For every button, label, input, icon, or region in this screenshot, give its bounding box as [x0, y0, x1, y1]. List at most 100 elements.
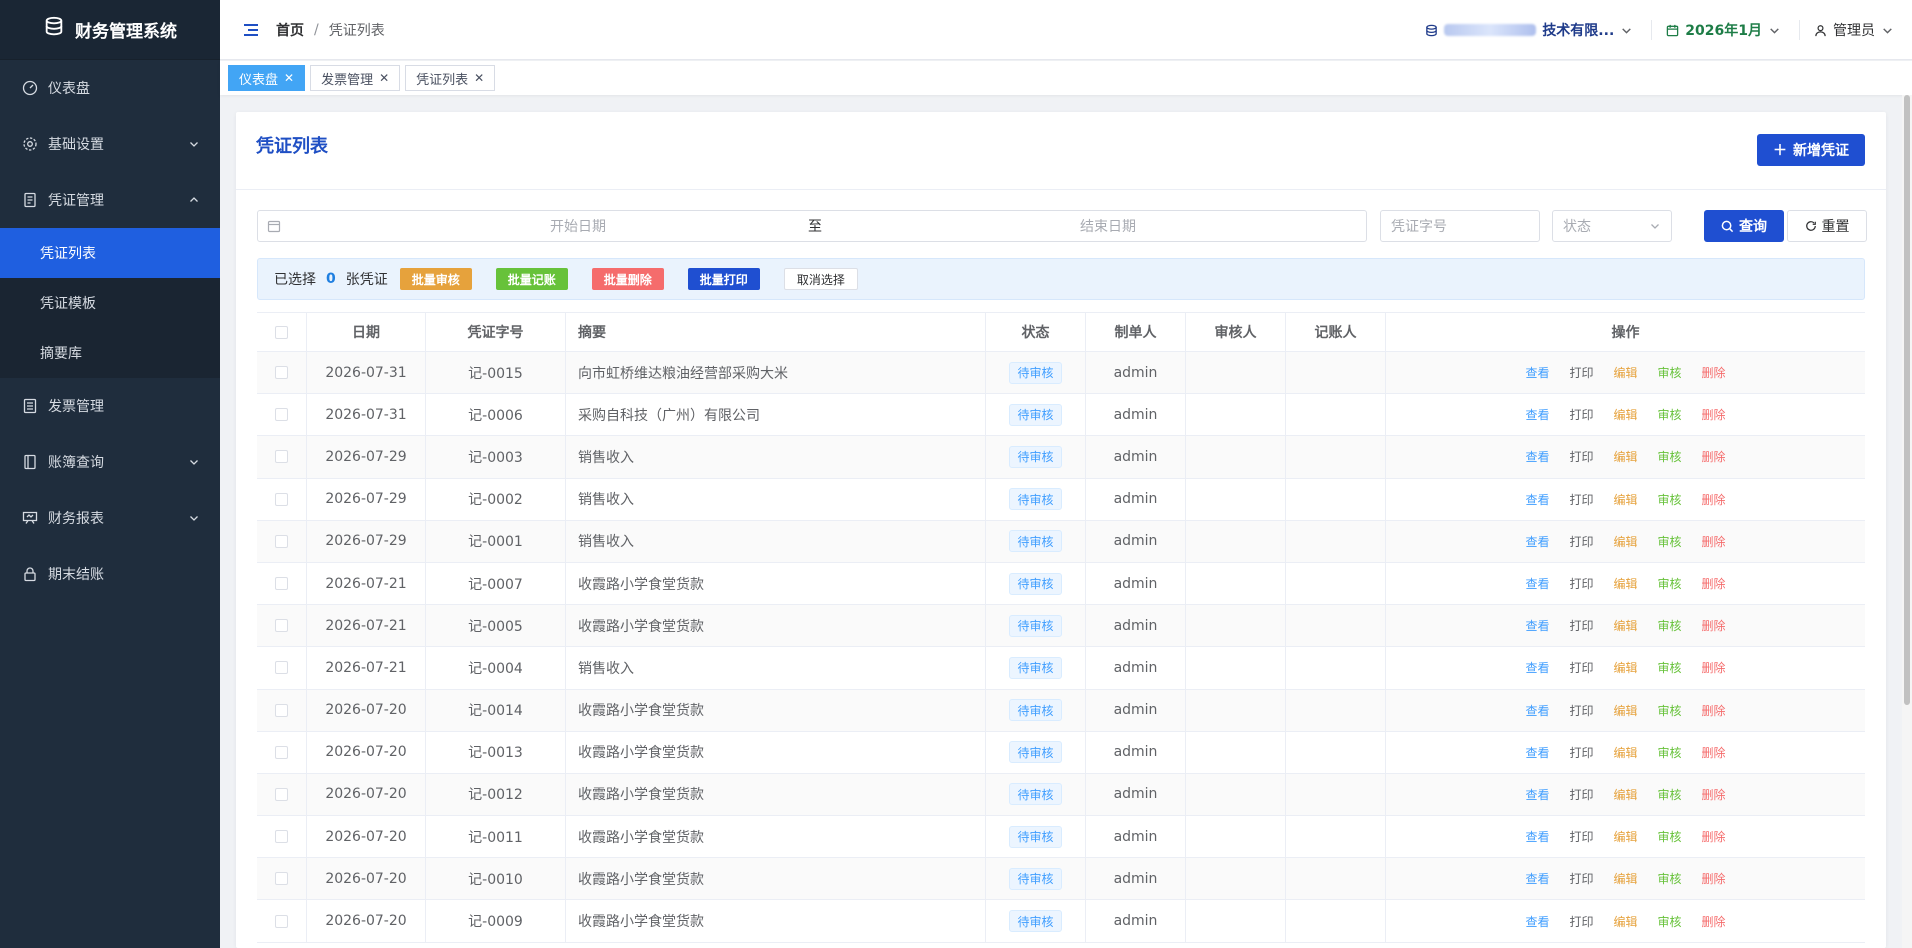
view-link[interactable]: 查看 [1525, 828, 1549, 845]
view-link[interactable]: 查看 [1525, 406, 1549, 423]
delete-link[interactable]: 删除 [1702, 702, 1726, 719]
delete-link[interactable]: 删除 [1702, 913, 1726, 930]
print-link[interactable]: 打印 [1569, 406, 1593, 423]
audit-link[interactable]: 审核 [1658, 828, 1682, 845]
edit-link[interactable]: 编辑 [1613, 406, 1637, 423]
close-icon[interactable]: ✕ [379, 71, 389, 85]
delete-link[interactable]: 删除 [1702, 491, 1726, 508]
row-checkbox[interactable] [275, 787, 288, 801]
edit-link[interactable]: 编辑 [1613, 786, 1637, 803]
delete-link[interactable]: 删除 [1702, 533, 1726, 550]
delete-link[interactable]: 删除 [1702, 364, 1726, 381]
row-checkbox[interactable] [275, 534, 288, 548]
audit-link[interactable]: 审核 [1658, 617, 1682, 634]
close-icon[interactable]: ✕ [474, 71, 484, 85]
row-checkbox[interactable] [275, 577, 288, 591]
menu-toggle-icon[interactable] [242, 21, 260, 39]
view-link[interactable]: 查看 [1525, 870, 1549, 887]
edit-link[interactable]: 编辑 [1613, 575, 1637, 592]
row-checkbox[interactable] [275, 745, 288, 759]
view-link[interactable]: 查看 [1525, 575, 1549, 592]
cancel-selection-button[interactable]: 取消选择 [783, 268, 858, 290]
sidebar-item-dashboard[interactable]: 仪表盘 [0, 60, 220, 116]
status-select[interactable]: 状态 [1552, 210, 1672, 242]
sidebar-subitem-voucher-template[interactable]: 凭证模板 [0, 278, 220, 328]
print-link[interactable]: 打印 [1569, 828, 1593, 845]
start-date-input[interactable]: 开始日期 [458, 216, 698, 236]
delete-link[interactable]: 删除 [1702, 870, 1726, 887]
user-menu[interactable]: 管理员 [1799, 20, 1894, 40]
view-link[interactable]: 查看 [1525, 913, 1549, 930]
audit-link[interactable]: 审核 [1658, 702, 1682, 719]
row-checkbox[interactable] [275, 872, 288, 886]
batch-audit-button[interactable]: 批量审核 [399, 268, 472, 290]
edit-link[interactable]: 编辑 [1613, 448, 1637, 465]
print-link[interactable]: 打印 [1569, 617, 1593, 634]
row-checkbox[interactable] [275, 830, 288, 844]
view-link[interactable]: 查看 [1525, 659, 1549, 676]
sidebar-subitem-summary-library[interactable]: 摘要库 [0, 328, 220, 378]
tag-invoice-management[interactable]: 发票管理 ✕ [310, 65, 401, 91]
print-link[interactable]: 打印 [1569, 702, 1593, 719]
print-link[interactable]: 打印 [1569, 575, 1593, 592]
row-checkbox[interactable] [275, 914, 288, 928]
close-icon[interactable]: ✕ [284, 71, 294, 85]
print-link[interactable]: 打印 [1569, 448, 1593, 465]
delete-link[interactable]: 删除 [1702, 786, 1726, 803]
company-selector[interactable]: 技术有限... [1425, 20, 1633, 40]
reset-button[interactable]: 重置 [1787, 210, 1867, 242]
edit-link[interactable]: 编辑 [1613, 491, 1637, 508]
audit-link[interactable]: 审核 [1658, 448, 1682, 465]
view-link[interactable]: 查看 [1525, 744, 1549, 761]
end-date-input[interactable]: 结束日期 [958, 216, 1258, 236]
delete-link[interactable]: 删除 [1702, 744, 1726, 761]
query-button[interactable]: 查询 [1704, 210, 1784, 242]
print-link[interactable]: 打印 [1569, 870, 1593, 887]
print-link[interactable]: 打印 [1569, 491, 1593, 508]
delete-link[interactable]: 删除 [1702, 828, 1726, 845]
batch-print-button[interactable]: 批量打印 [687, 268, 760, 290]
audit-link[interactable]: 审核 [1658, 491, 1682, 508]
print-link[interactable]: 打印 [1569, 744, 1593, 761]
select-all-checkbox[interactable] [275, 325, 288, 339]
edit-link[interactable]: 编辑 [1613, 533, 1637, 550]
row-checkbox[interactable] [275, 703, 288, 717]
sidebar-item-basic-settings[interactable]: 基础设置 [0, 116, 220, 172]
delete-link[interactable]: 删除 [1702, 617, 1726, 634]
tag-voucher-list[interactable]: 凭证列表 ✕ [405, 65, 496, 91]
edit-link[interactable]: 编辑 [1613, 744, 1637, 761]
batch-post-button[interactable]: 批量记账 [495, 268, 568, 290]
sidebar-item-voucher-management[interactable]: 凭证管理 [0, 172, 220, 228]
sidebar-item-invoice-management[interactable]: 发票管理 [0, 378, 220, 434]
audit-link[interactable]: 审核 [1658, 364, 1682, 381]
audit-link[interactable]: 审核 [1658, 659, 1682, 676]
sidebar-item-ledger-query[interactable]: 账簿查询 [0, 434, 220, 490]
period-selector[interactable]: 2026年1月 [1651, 20, 1781, 40]
print-link[interactable]: 打印 [1569, 659, 1593, 676]
view-link[interactable]: 查看 [1525, 786, 1549, 803]
view-link[interactable]: 查看 [1525, 491, 1549, 508]
delete-link[interactable]: 删除 [1702, 448, 1726, 465]
view-link[interactable]: 查看 [1525, 702, 1549, 719]
date-range-picker[interactable]: 开始日期 至 结束日期 [257, 210, 1367, 242]
tag-dashboard[interactable]: 仪表盘 ✕ [228, 65, 306, 91]
audit-link[interactable]: 审核 [1658, 744, 1682, 761]
sidebar-item-financial-reports[interactable]: 财务报表 [0, 490, 220, 546]
view-link[interactable]: 查看 [1525, 364, 1549, 381]
audit-link[interactable]: 审核 [1658, 786, 1682, 803]
add-voucher-button[interactable]: ＋ 新增凭证 [1757, 134, 1865, 166]
view-link[interactable]: 查看 [1525, 448, 1549, 465]
print-link[interactable]: 打印 [1569, 786, 1593, 803]
edit-link[interactable]: 编辑 [1613, 617, 1637, 634]
page-scrollbar[interactable] [1902, 95, 1912, 948]
edit-link[interactable]: 编辑 [1613, 702, 1637, 719]
edit-link[interactable]: 编辑 [1613, 828, 1637, 845]
row-checkbox[interactable] [275, 661, 288, 675]
audit-link[interactable]: 审核 [1658, 406, 1682, 423]
print-link[interactable]: 打印 [1569, 913, 1593, 930]
print-link[interactable]: 打印 [1569, 364, 1593, 381]
row-checkbox[interactable] [275, 619, 288, 633]
breadcrumb-home[interactable]: 首页 [276, 20, 304, 40]
voucher-number-input[interactable] [1380, 210, 1540, 242]
scrollbar-thumb[interactable] [1904, 95, 1910, 705]
